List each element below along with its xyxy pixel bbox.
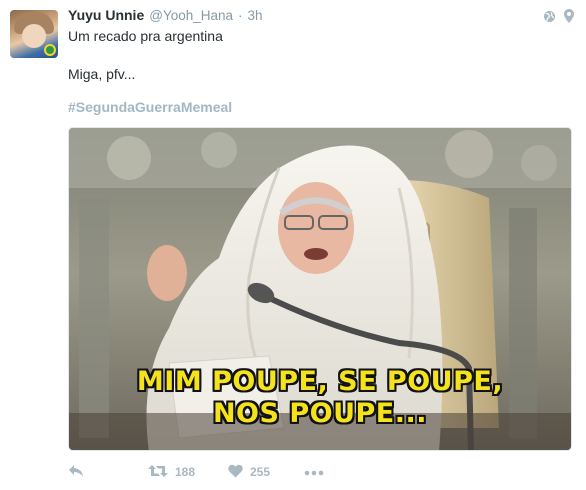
hashtag-link[interactable]: #SegundaGuerraMemeal <box>68 99 232 115</box>
location-pin-icon[interactable] <box>564 9 574 23</box>
globe-icon <box>543 10 556 23</box>
separator-dot: · <box>238 8 243 23</box>
avatar-flag-badge <box>44 44 56 56</box>
retweet-button[interactable]: 188 <box>148 464 228 481</box>
tweet[interactable]: Yuyu Unnie @Yooh_Hana · 3h Um recado pra… <box>0 0 586 490</box>
retweet-icon <box>148 464 168 481</box>
retweet-count: 188 <box>175 465 196 479</box>
reply-button[interactable] <box>68 464 148 481</box>
avatar-face <box>22 24 46 48</box>
tweet-text-line-2: Miga, pfv... <box>68 66 136 82</box>
avatar[interactable] <box>10 10 58 58</box>
more-button[interactable] <box>304 465 324 479</box>
more-icon <box>304 465 324 479</box>
like-button[interactable]: 255 <box>228 464 304 481</box>
meme-caption-line-2: NOS POUPE... <box>212 398 428 429</box>
tweet-actions: 188 255 <box>68 460 324 484</box>
tweet-text-line-1: Um recado pra argentina <box>68 28 223 44</box>
tweet-top-icons <box>543 9 574 23</box>
author-name[interactable]: Yuyu Unnie <box>68 7 144 23</box>
tweet-header: Yuyu Unnie @Yooh_Hana · 3h <box>68 7 263 27</box>
tweet-timestamp[interactable]: 3h <box>248 8 263 23</box>
author-handle[interactable]: @Yooh_Hana <box>149 8 233 23</box>
tweet-media-photo[interactable]: MIM POUPE, SE POUPE, NOS POUPE... <box>68 127 572 451</box>
heart-icon <box>228 464 243 481</box>
reply-icon <box>68 464 84 481</box>
like-count: 255 <box>250 465 271 479</box>
meme-caption-line-1: MIM POUPE, SE POUPE, <box>136 366 504 397</box>
